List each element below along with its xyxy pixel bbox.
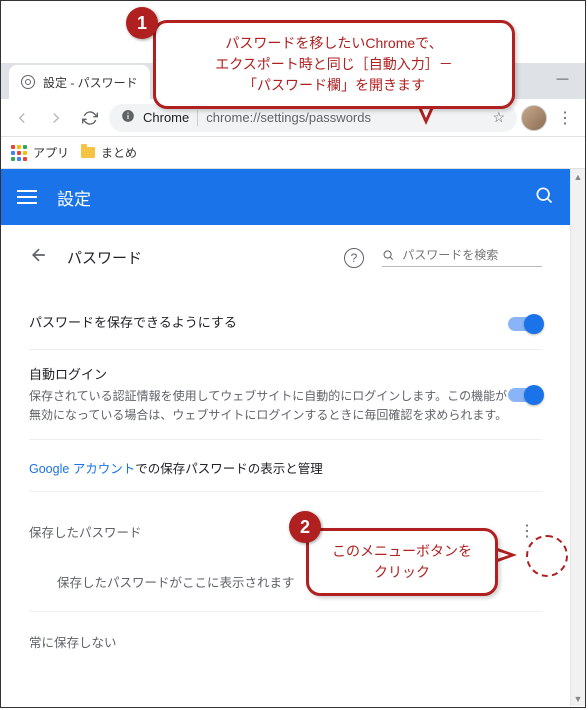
- annotation-callout-1: パスワードを移したいChromeで、 エクスポート時と同じ［自動入力］－ 「パス…: [153, 20, 515, 109]
- never-save-label: 常に保存しない: [29, 636, 117, 650]
- save-passwords-row: パスワードを保存できるようにする: [29, 298, 542, 350]
- google-account-link-suffix: での保存パスワードの表示と管理: [135, 462, 323, 476]
- tab-title: 設定 - パスワード: [43, 74, 138, 91]
- callout2-line2: クリック: [327, 562, 477, 583]
- apps-label: アプリ: [33, 144, 69, 161]
- back-arrow-icon[interactable]: [29, 245, 49, 270]
- omnibox-path: chrome://settings/passwords: [206, 110, 371, 125]
- saved-passwords-label: 保存したパスワード: [29, 522, 142, 541]
- annotation-highlight-circle: [526, 535, 568, 577]
- password-search-input[interactable]: [402, 248, 542, 262]
- settings-search-icon[interactable]: [534, 185, 554, 210]
- folder-icon: [81, 147, 95, 158]
- omnibox-divider: [197, 110, 198, 126]
- save-passwords-toggle[interactable]: [508, 317, 542, 331]
- never-save-section: 常に保存しない: [29, 611, 542, 651]
- bookmarks-bar: アプリ まとめ: [1, 137, 585, 169]
- bookmark-folder[interactable]: まとめ: [81, 144, 137, 161]
- help-icon[interactable]: ?: [344, 248, 364, 268]
- save-passwords-label: パスワードを保存できるようにする: [29, 312, 508, 331]
- minimize-button[interactable]: —: [540, 63, 585, 93]
- google-account-link-row: Google アカウントでの保存パスワードの表示と管理: [29, 440, 542, 491]
- callout2-line1: このメニューボタンを: [327, 541, 477, 562]
- omnibox-host: Chrome: [143, 110, 189, 125]
- annotation-badge-2: 2: [289, 511, 321, 543]
- apps-grid-icon: [11, 145, 27, 161]
- window-controls: —: [540, 63, 585, 93]
- auto-login-description: 保存されている認証情報を使用してウェブサイトに自動的にログインします。この機能が…: [29, 387, 508, 425]
- scrollbar[interactable]: ▲ ▼: [570, 169, 585, 706]
- google-account-link[interactable]: Google アカウント: [29, 462, 135, 476]
- scroll-up-arrow[interactable]: ▲: [571, 169, 585, 184]
- annotation-badge-1: 1: [126, 7, 158, 39]
- callout2-tail: [495, 547, 517, 563]
- browser-menu-button[interactable]: ⋮: [551, 108, 579, 128]
- search-icon: [382, 248, 394, 262]
- bookmark-star-icon[interactable]: ☆: [492, 109, 505, 126]
- annotation-callout-2: このメニューボタンを クリック: [306, 528, 498, 596]
- callout1-line1: パスワードを移したいChromeで、: [174, 33, 494, 54]
- callout1-line3: 「パスワード欄」を開きます: [174, 75, 494, 96]
- apps-shortcut[interactable]: アプリ: [11, 144, 69, 161]
- auto-login-toggle[interactable]: [508, 388, 542, 402]
- bookmark-folder-label: まとめ: [101, 144, 137, 161]
- scroll-down-arrow[interactable]: ▼: [571, 691, 585, 706]
- sub-header: パスワード ?: [29, 245, 542, 270]
- settings-title: 設定: [57, 185, 91, 210]
- forward-button[interactable]: [41, 103, 71, 133]
- auto-login-title: 自動ログイン: [29, 364, 508, 383]
- password-search[interactable]: [382, 248, 542, 267]
- callout1-line2: エクスポート時と同じ［自動入力］－: [174, 54, 494, 75]
- auto-login-row: 自動ログイン 保存されている認証情報を使用してウェブサイトに自動的にログインしま…: [29, 350, 542, 440]
- profile-avatar[interactable]: [521, 105, 547, 131]
- back-button[interactable]: [7, 103, 37, 133]
- page-title: パスワード: [67, 247, 142, 268]
- menu-hamburger-icon[interactable]: [17, 190, 37, 204]
- site-info-icon[interactable]: [121, 109, 135, 126]
- gear-icon: [21, 75, 35, 89]
- settings-appbar: 設定: [1, 169, 570, 225]
- reload-button[interactable]: [75, 103, 105, 133]
- browser-tab[interactable]: 設定 - パスワード: [9, 65, 150, 99]
